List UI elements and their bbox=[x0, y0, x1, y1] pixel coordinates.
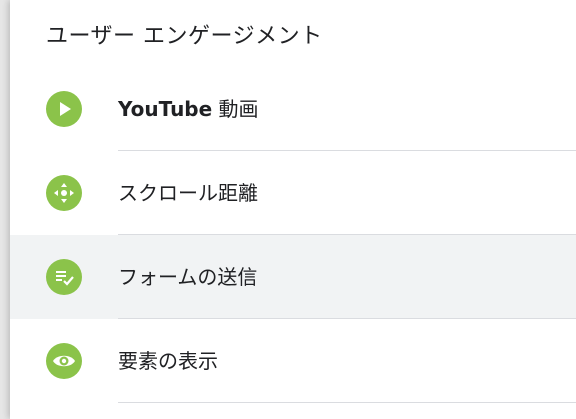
list-item-label: YouTube 動画 bbox=[118, 67, 259, 151]
eye-icon bbox=[46, 343, 82, 379]
list-item-label: スクロール距離 bbox=[118, 181, 258, 205]
list-item-scroll-depth[interactable]: スクロール距離 bbox=[10, 151, 576, 235]
list-item-label-rest: 動画 bbox=[212, 97, 259, 121]
play-icon bbox=[46, 91, 82, 127]
form-check-icon bbox=[46, 259, 82, 295]
list-item-form-submission[interactable]: フォームの送信 bbox=[10, 235, 576, 319]
divider bbox=[118, 402, 576, 403]
move-arrows-icon bbox=[46, 175, 82, 211]
list-item-label: フォームの送信 bbox=[118, 265, 258, 289]
trigger-type-panel: ユーザー エンゲージメント YouTube 動画 スクロール距離 フォームの送信… bbox=[10, 0, 576, 419]
list-item-element-visibility[interactable]: 要素の表示 bbox=[10, 319, 576, 403]
list-item-youtube-video[interactable]: YouTube 動画 bbox=[10, 67, 576, 151]
trigger-type-list: YouTube 動画 スクロール距離 フォームの送信 要素の表示 bbox=[10, 67, 576, 403]
list-item-label-bold: YouTube bbox=[118, 97, 213, 121]
section-title: ユーザー エンゲージメント bbox=[46, 24, 323, 49]
list-item-label: 要素の表示 bbox=[118, 349, 218, 373]
